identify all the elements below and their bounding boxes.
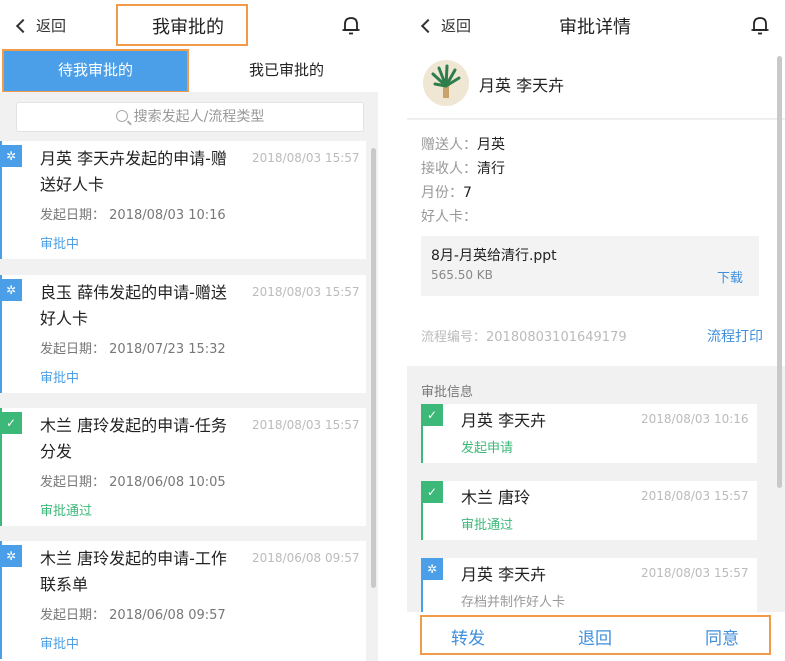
highlight-actions xyxy=(420,615,771,655)
step-name: 月英 李天卉 xyxy=(461,411,547,430)
request-title: 木兰 唐玲发起的申请-任务分发 xyxy=(40,416,227,461)
attachment-name: 8月-月英给清行.ppt xyxy=(431,248,557,264)
chevron-left-icon xyxy=(420,18,436,34)
palm-tree-icon xyxy=(431,64,461,98)
request-title: 良玉 薛伟发起的申请-赠送好人卡 xyxy=(40,283,227,328)
gear-icon: ✲ xyxy=(0,279,22,301)
request-date: 发起日期： 2018/07/23 15:32 xyxy=(40,342,226,357)
search-input[interactable]: 搜索发起人/流程类型 xyxy=(16,102,364,132)
page-title: 审批详情 xyxy=(559,17,631,38)
approval-step: ✓ 木兰 唐玲 2018/08/03 15:57 审批通过 xyxy=(421,481,757,540)
request-status: 审批通过 xyxy=(40,504,93,519)
header: 返回 审批详情 xyxy=(407,0,785,49)
flow-number: 流程编号：20180803101649179 xyxy=(421,330,627,345)
applicant-profile: 月英 李天卉 xyxy=(407,49,785,119)
attachment-size: 565.50 KB xyxy=(431,268,493,282)
approval-info-heading: 审批信息 xyxy=(421,385,474,400)
approval-list-screen: 返回 我审批的 待我审批的 我已审批的 搜索发起人/流程类型 ✲ 月英 李天卉发… xyxy=(0,0,378,661)
back-label: 返回 xyxy=(36,17,67,35)
step-action: 审批通过 xyxy=(461,518,514,533)
request-card[interactable]: ✲ 良玉 薛伟发起的申请-赠送好人卡 2018/08/03 15:57 发起日期… xyxy=(0,275,366,393)
request-date: 发起日期： 2018/06/08 09:57 xyxy=(40,608,226,623)
applicant-name: 月英 李天卉 xyxy=(479,76,565,95)
step-action: 发起申请 xyxy=(461,441,514,456)
chevron-left-icon xyxy=(15,18,31,34)
step-name: 月英 李天卉 xyxy=(461,565,547,584)
step-action: 存档并制作好人卡 xyxy=(461,595,566,610)
request-time: 2018/08/03 15:57 xyxy=(252,285,360,299)
request-card[interactable]: ✲ 月英 李天卉发起的申请-赠送好人卡 2018/08/03 15:57 发起日… xyxy=(0,141,366,259)
back-button[interactable]: 返回 xyxy=(420,15,472,36)
request-date: 发起日期： 2018/06/08 10:05 xyxy=(40,475,226,490)
avatar xyxy=(423,60,469,106)
approval-step: ✓ 月英 李天卉 2018/08/03 10:16 发起申请 xyxy=(421,404,757,463)
bell-icon[interactable] xyxy=(340,14,362,36)
back-label: 返回 xyxy=(441,17,472,35)
request-card[interactable]: ✓ 木兰 唐玲发起的申请-任务分发 2018/08/03 15:57 发起日期：… xyxy=(0,408,366,526)
scrollbar[interactable] xyxy=(371,148,376,588)
highlight-tab xyxy=(2,49,189,93)
check-icon: ✓ xyxy=(421,481,443,503)
scrollbar[interactable] xyxy=(777,56,782,488)
step-time: 2018/08/03 10:16 xyxy=(641,412,749,426)
check-icon: ✓ xyxy=(0,412,22,434)
request-time: 2018/08/03 15:57 xyxy=(252,151,360,165)
check-icon: ✓ xyxy=(421,404,443,426)
back-button[interactable]: 返回 xyxy=(15,15,67,36)
highlight-title xyxy=(116,4,248,46)
bell-icon[interactable] xyxy=(749,14,771,36)
request-time: 2018/06/08 09:57 xyxy=(252,551,360,565)
request-date: 发起日期： 2018/08/03 10:16 xyxy=(40,208,226,223)
step-time: 2018/08/03 15:57 xyxy=(641,566,749,580)
approval-detail-screen: 返回 审批详情 月英 李天卉 赠送人：月英 接收人：清行 月份：7 好人卡： 8… xyxy=(407,0,785,661)
request-time: 2018/08/03 15:57 xyxy=(252,418,360,432)
request-details: 赠送人：月英 接收人：清行 月份：7 好人卡： 8月-月英给清行.ppt 565… xyxy=(407,120,785,366)
field-receiver: 接收人：清行 xyxy=(421,161,505,177)
request-status: 审批中 xyxy=(40,371,80,386)
tab-done[interactable]: 我已审批的 xyxy=(195,49,378,92)
print-flow-link[interactable]: 流程打印 xyxy=(707,326,763,346)
request-title: 月英 李天卉发起的申请-赠送好人卡 xyxy=(40,149,227,194)
request-status: 审批中 xyxy=(40,237,80,252)
field-month: 月份：7 xyxy=(421,185,472,201)
search-placeholder: 搜索发起人/流程类型 xyxy=(133,109,265,125)
approval-step: ✲ 月英 李天卉 2018/08/03 15:57 存档并制作好人卡 xyxy=(421,558,757,617)
gear-icon: ✲ xyxy=(0,545,22,567)
field-card: 好人卡： xyxy=(421,209,477,225)
step-time: 2018/08/03 15:57 xyxy=(641,489,749,503)
download-link[interactable]: 下载 xyxy=(717,267,743,286)
request-status: 审批中 xyxy=(40,637,80,652)
gear-icon: ✲ xyxy=(0,145,22,167)
field-sender: 赠送人：月英 xyxy=(421,137,505,153)
search-icon xyxy=(115,110,128,122)
search-area: 搜索发起人/流程类型 xyxy=(0,92,378,136)
request-card[interactable]: ✲ 木兰 唐玲发起的申请-工作联系单 2018/06/08 09:57 发起日期… xyxy=(0,541,366,661)
step-name: 木兰 唐玲 xyxy=(461,488,531,507)
request-title: 木兰 唐玲发起的申请-工作联系单 xyxy=(40,549,227,594)
attachment[interactable]: 8月-月英给清行.ppt 565.50 KB 下载 xyxy=(421,236,759,296)
gear-icon: ✲ xyxy=(421,558,443,580)
